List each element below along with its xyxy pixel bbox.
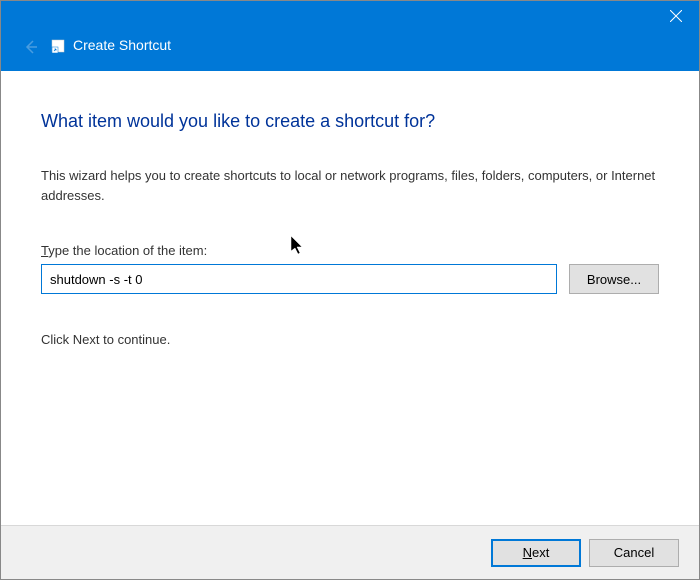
next-label-rest: ext (532, 545, 549, 560)
window-title: Create Shortcut (73, 37, 171, 53)
next-button[interactable]: Next (491, 539, 581, 567)
location-input[interactable] (41, 264, 557, 294)
browse-button[interactable]: Browse... (569, 264, 659, 294)
close-icon (670, 10, 682, 22)
wizard-description: This wizard helps you to create shortcut… (41, 166, 659, 205)
wizard-instruction: Click Next to continue. (41, 332, 659, 347)
wizard-content: What item would you like to create a sho… (1, 71, 699, 367)
close-button[interactable] (653, 1, 699, 31)
wizard-heading: What item would you like to create a sho… (41, 111, 659, 132)
cancel-button[interactable]: Cancel (589, 539, 679, 567)
location-label: Type the location of the item: (41, 243, 659, 258)
back-arrow-icon (23, 39, 39, 60)
location-row: Browse... (41, 264, 659, 294)
shortcut-icon (51, 39, 65, 53)
titlebar: Create Shortcut (1, 1, 699, 71)
wizard-footer: Next Cancel (1, 525, 699, 579)
